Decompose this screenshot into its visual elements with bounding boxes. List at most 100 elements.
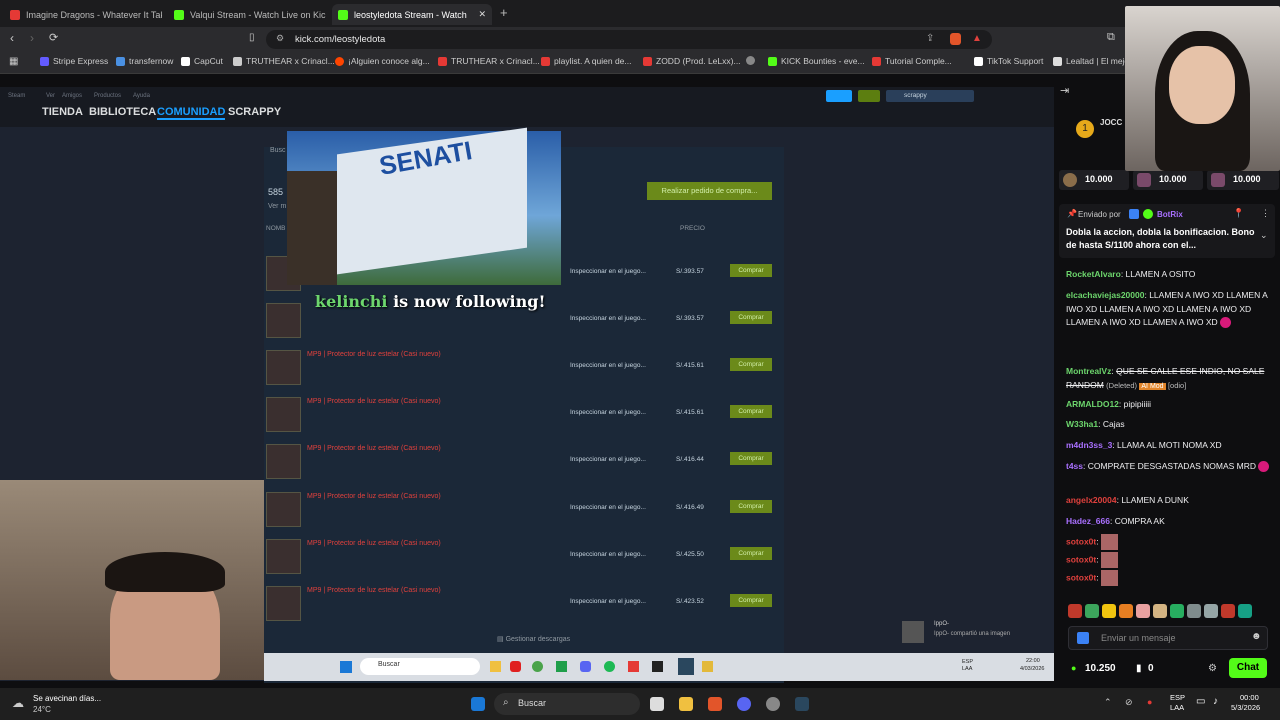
leaderboard-chip[interactable]: 10.000 (1207, 170, 1279, 190)
chat-username[interactable]: sotox0t (1066, 554, 1096, 564)
tab-label: leostyledota Stream - Watch (354, 9, 467, 20)
chevron-down-icon[interactable]: ⌄ (1260, 230, 1268, 241)
quick-emote-icon[interactable] (1119, 604, 1133, 618)
bookmark-item[interactable]: ¡Alguien conoce alg... (335, 56, 430, 66)
site-info-icon[interactable]: ⚙ (276, 33, 284, 44)
channel-points[interactable]: 10.250 (1085, 663, 1116, 674)
quick-emote-icon[interactable] (1204, 604, 1218, 618)
chat-message[interactable]: sotox0t: (1066, 570, 1272, 586)
clock-time[interactable]: 00:00 (1240, 693, 1259, 702)
bookmark-icon[interactable]: ▯ (249, 32, 255, 43)
youtube-icon (643, 56, 652, 66)
chat-username[interactable]: ARMALDO12 (1066, 399, 1119, 409)
bookmark-item[interactable]: TRUTHEAR x Crinacl... (438, 56, 540, 66)
mic-icon[interactable]: ● (1147, 697, 1152, 707)
tray-chevron-icon[interactable]: ⌃ (1104, 697, 1112, 708)
url-field[interactable]: ⚙ kick.com/leostyledota ⇪ ▲ (266, 30, 992, 49)
quick-emote-icon[interactable] (1102, 604, 1116, 618)
bot-command-icon[interactable] (1077, 632, 1089, 644)
app-icon[interactable] (766, 697, 780, 711)
more-options-icon[interactable]: ⋮ (1261, 208, 1270, 219)
brave-icon[interactable] (708, 697, 722, 711)
chat-username[interactable]: angelx20004 (1066, 495, 1117, 505)
weather-title[interactable]: Se avecinan días... (33, 694, 101, 703)
bookmark-item[interactable]: Stripe Express (40, 56, 108, 66)
pin-toggle-icon[interactable]: 📍 (1233, 208, 1244, 219)
bookmark-item[interactable]: playlist. A quien de... (541, 56, 632, 66)
chat-username[interactable]: elcachaviejas20000 (1066, 290, 1144, 300)
chat-input[interactable]: Enviar un mensaje ☻ (1068, 626, 1268, 650)
wifi-icon[interactable]: ▭ (1196, 696, 1205, 707)
volume-icon[interactable]: ♪ (1213, 696, 1218, 707)
bookmark-item[interactable]: KICK Bounties - eve... (768, 56, 865, 66)
bookmark-item[interactable]: TRUTHEAR x Crinacl... (233, 56, 335, 66)
quick-emote-icon[interactable] (1153, 604, 1167, 618)
chat-username[interactable]: MontrealVz (1066, 366, 1111, 376)
bookmark-item[interactable] (746, 56, 755, 65)
quick-emote-icon[interactable] (1136, 604, 1150, 618)
brave-shield-icon[interactable] (950, 33, 961, 45)
bookmark-item[interactable]: TikTok Support (974, 56, 1043, 66)
bookmark-item[interactable]: Tutorial Comple... (872, 56, 952, 66)
tab-youtube[interactable]: Imagine Dragons - Whatever It Takes (4, 4, 162, 25)
task-view-icon[interactable] (650, 697, 664, 711)
chat-username[interactable]: RocketAlvaro (1066, 269, 1121, 279)
settings-gear-icon[interactable]: ⚙ (1208, 663, 1217, 674)
chat-message[interactable]: MontrealVz: QUE SE CALLE ESE INDIO, NO S… (1066, 365, 1272, 393)
leaderboard-chip[interactable]: 10.000 (1059, 170, 1129, 190)
bookmark-item[interactable]: transfernow (116, 56, 173, 66)
quick-emote-icon[interactable] (1068, 604, 1082, 618)
emoji-icon[interactable]: ☻ (1251, 631, 1262, 642)
bookmark-item[interactable]: CapCut (181, 56, 223, 66)
discord-icon[interactable] (737, 697, 751, 711)
tab-leostyledota[interactable]: leostyledota Stream - Watch ✕ (332, 4, 492, 25)
chat-message[interactable]: W33ha1: Cajas (1066, 418, 1272, 432)
chat-username[interactable]: sotox0t (1066, 572, 1096, 582)
chat-username[interactable]: W33ha1 (1066, 419, 1098, 429)
chat-message[interactable]: elcachaviejas20000: LLAMEN A IWO XD LLAM… (1066, 289, 1272, 330)
chat-username[interactable]: m4dn3ss_3 (1066, 440, 1112, 450)
forward-icon[interactable]: › (30, 31, 34, 45)
chat-message[interactable]: t4ss: COMPRATE DESGASTADAS NOMAS MRD (1066, 460, 1272, 474)
chat-message[interactable]: sotox0t: (1066, 534, 1272, 550)
youtube-icon (10, 9, 20, 20)
chat-message[interactable]: RocketAlvaro: LLAMEN A OSITO (1066, 268, 1272, 282)
quick-emote-icon[interactable] (1187, 604, 1201, 618)
reload-icon[interactable]: ⟳ (49, 31, 58, 44)
quick-emote-icon[interactable] (1238, 604, 1252, 618)
send-chat-button[interactable]: Chat (1229, 658, 1267, 678)
chat-message[interactable]: m4dn3ss_3: LLAMA AL MOTI NOMA XD (1066, 439, 1272, 453)
chat-username[interactable]: t4ss (1066, 461, 1083, 471)
chat-message[interactable]: Hadez_666: COMPRA AK (1066, 515, 1272, 529)
close-tab-icon[interactable]: ✕ (478, 9, 486, 20)
quick-emote-icon[interactable] (1170, 604, 1184, 618)
pinned-message[interactable]: 📌 Enviado por BotRix 📍 ⋮ Dobla la accion… (1059, 204, 1275, 258)
weather-icon[interactable]: ☁ (12, 696, 24, 710)
tab-valqui[interactable]: Valqui Stream - Watch Live on Kick (168, 4, 326, 25)
collapse-chat-icon[interactable]: ⇥ (1060, 84, 1069, 97)
share-icon[interactable]: ⇪ (926, 33, 934, 44)
file-explorer-icon[interactable] (679, 697, 693, 711)
quick-emote-icon[interactable] (1085, 604, 1099, 618)
chat-message[interactable]: angelx20004: LLAMEN A DUNK (1066, 494, 1272, 508)
taskbar-search[interactable]: ⌕ Buscar (494, 693, 640, 715)
language-indicator[interactable]: ESP (1170, 693, 1185, 702)
steam-icon[interactable] (795, 697, 809, 711)
leaderboard-chip[interactable]: 10.000 (1133, 170, 1203, 190)
back-icon[interactable]: ‹ (10, 31, 14, 45)
chat-message[interactable]: sotox0t: (1066, 552, 1272, 568)
chat-username[interactable]: Hadez_666 (1066, 516, 1110, 526)
tray-app-icon[interactable]: ⊘ (1125, 697, 1133, 708)
chat-username[interactable]: sotox0t (1066, 536, 1096, 546)
bookmark-item[interactable]: ZODD (Prod. LeLxx)... (643, 56, 741, 66)
brave-rewards-icon[interactable]: ▲ (972, 33, 982, 44)
apps-grid-icon[interactable]: ▦ (9, 56, 18, 67)
extensions-icon[interactable]: ⧉ (1107, 31, 1115, 44)
manage-downloads: ▤ Gestionar descargas (497, 636, 571, 643)
quick-emote-icon[interactable] (1221, 604, 1235, 618)
new-tab-icon[interactable]: + (500, 5, 508, 20)
kicks-count[interactable]: 0 (1148, 663, 1154, 674)
bookmark-item[interactable]: Lealtad | El mejo (1053, 56, 1129, 66)
chat-message[interactable]: ARMALDO12: pipipiiiii (1066, 398, 1272, 412)
start-icon[interactable] (471, 697, 485, 711)
